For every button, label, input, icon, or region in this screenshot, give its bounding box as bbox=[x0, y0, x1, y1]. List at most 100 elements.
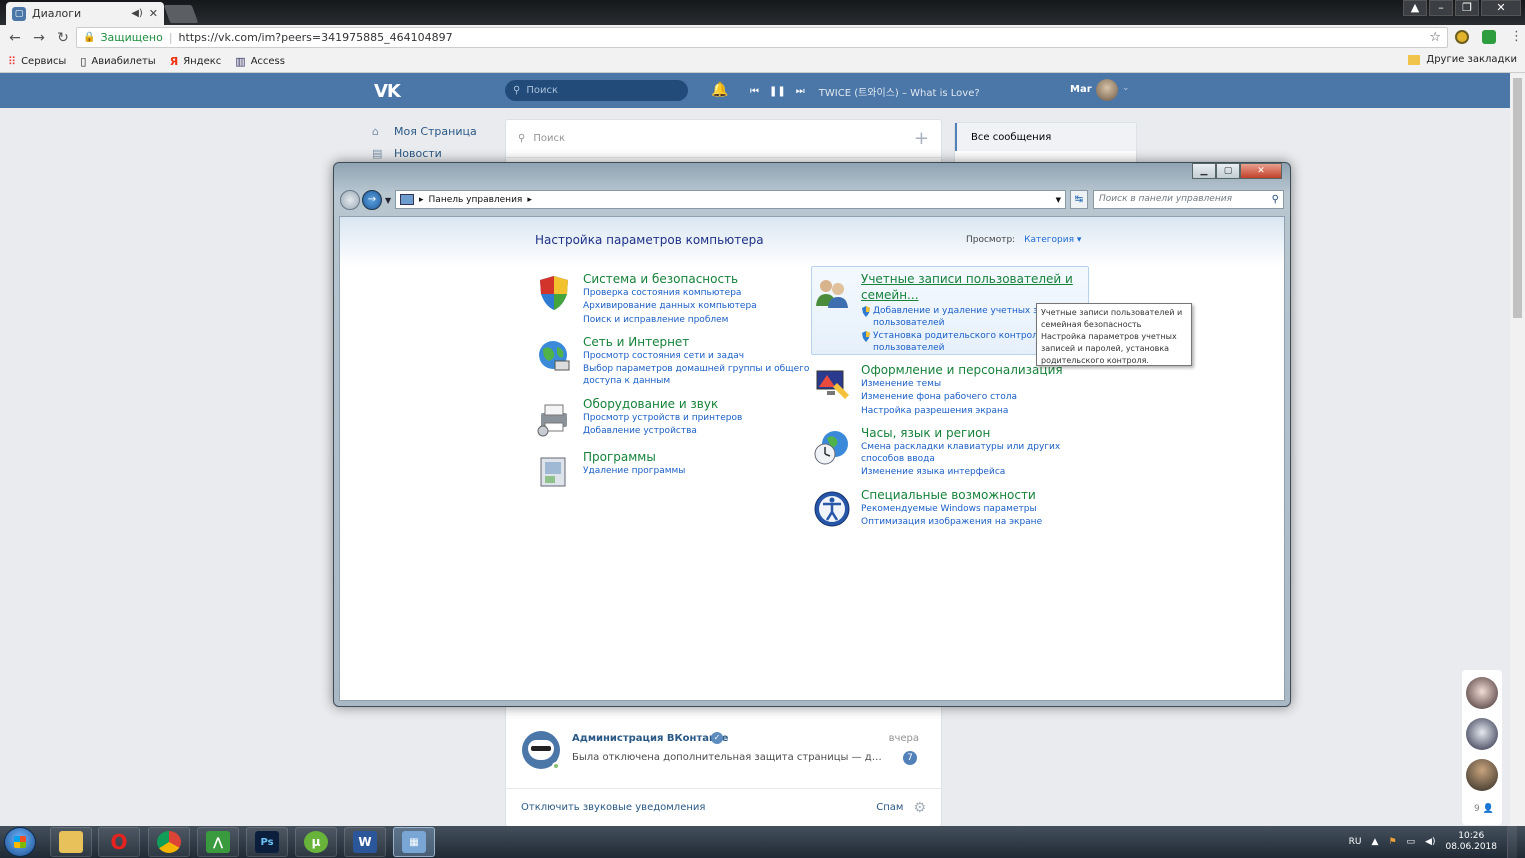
vk-search-input[interactable]: ⚲ Поиск bbox=[505, 80, 688, 101]
avatar[interactable] bbox=[1466, 677, 1498, 709]
taskbar-opera[interactable]: O bbox=[98, 827, 140, 857]
category-title[interactable]: Программы bbox=[583, 450, 656, 464]
link[interactable]: Просмотр устройств и принтеров bbox=[583, 412, 742, 424]
now-playing[interactable]: TWICE (트와이스) – What is Love? bbox=[819, 84, 980, 99]
other-bookmarks[interactable]: Другие закладки bbox=[1408, 54, 1517, 65]
taskbar-control-panel[interactable]: ▦ bbox=[393, 827, 435, 857]
link[interactable]: пользователей bbox=[873, 342, 944, 354]
link[interactable]: доступа к данным bbox=[583, 375, 670, 387]
speaker-icon[interactable]: ◀) bbox=[131, 8, 143, 19]
reload-icon[interactable]: ↻ bbox=[54, 30, 72, 46]
close-button[interactable]: ✕ bbox=[1481, 0, 1521, 16]
refresh-button[interactable]: ↹ bbox=[1070, 190, 1088, 209]
bookmark-access[interactable]: ▥ Access bbox=[235, 55, 285, 68]
link[interactable]: Выбор параметров домашней группы и общег… bbox=[583, 363, 809, 375]
new-tab-button[interactable] bbox=[163, 5, 199, 23]
link[interactable]: Архивирование данных компьютера bbox=[583, 300, 757, 312]
show-desktop-button[interactable] bbox=[1507, 826, 1517, 858]
maximize-button[interactable]: ▢ bbox=[1216, 163, 1240, 179]
address-breadcrumb[interactable]: ▸ Панель управления ▸ ▼ bbox=[395, 190, 1066, 209]
category-title-cont[interactable]: семейн... bbox=[861, 288, 919, 302]
volume-icon[interactable]: ◀) bbox=[1425, 837, 1435, 847]
link[interactable]: Изменение фона рабочего стола bbox=[861, 391, 1017, 403]
extension-icon-2[interactable] bbox=[1482, 30, 1496, 44]
link[interactable]: Рекомендуемые Windows параметры bbox=[861, 503, 1037, 515]
maximize-button[interactable]: ❐ bbox=[1455, 0, 1479, 16]
notifications-bell-icon[interactable]: 🔔 bbox=[711, 82, 728, 98]
link[interactable]: способов ввода bbox=[861, 453, 935, 465]
category-title[interactable]: Сеть и Интернет bbox=[583, 335, 689, 349]
taskbar-app[interactable]: ⋀ bbox=[197, 827, 239, 857]
page-scrollbar[interactable] bbox=[1510, 73, 1525, 826]
link[interactable]: Изменение темы bbox=[861, 378, 941, 390]
vk-user-name[interactable]: Mar bbox=[1070, 84, 1092, 95]
link[interactable]: Настройка разрешения экрана bbox=[861, 405, 1008, 417]
category-title[interactable]: Оформление и персонализация bbox=[861, 363, 1063, 377]
search-icon[interactable]: ⚲ bbox=[1272, 191, 1279, 208]
url-text[interactable]: https://vk.com/im?peers=341975885_464104… bbox=[179, 31, 453, 44]
dialogs-search-input[interactable]: ⚲ Поиск + bbox=[506, 120, 941, 158]
clock[interactable]: 10:26 08.06.2018 bbox=[1445, 831, 1497, 853]
language-indicator[interactable]: RU bbox=[1349, 837, 1362, 847]
taskbar-explorer[interactable] bbox=[50, 827, 92, 857]
link[interactable]: Добавление устройства bbox=[583, 425, 697, 437]
category-title[interactable]: Специальные возможности bbox=[861, 488, 1036, 502]
taskbar-word[interactable]: W bbox=[344, 827, 386, 857]
back-button[interactable] bbox=[340, 190, 360, 210]
view-by-dropdown[interactable]: Категория ▾ bbox=[1024, 235, 1081, 245]
link[interactable]: Просмотр состояния сети и задач bbox=[583, 350, 744, 362]
next-track-icon[interactable]: ⏭ bbox=[796, 86, 805, 97]
forward-button[interactable]: → bbox=[362, 190, 382, 210]
control-panel-search-input[interactable]: Поиск в панели управления ⚲ bbox=[1093, 190, 1284, 209]
menu-item-news[interactable]: ▤ Новости bbox=[372, 142, 477, 164]
scrollbar-thumb[interactable] bbox=[1513, 78, 1522, 318]
avatar[interactable] bbox=[1466, 718, 1498, 750]
link[interactable]: Оптимизация изображения на экране bbox=[861, 516, 1042, 528]
friends-count[interactable]: 9 👤 bbox=[1474, 804, 1494, 814]
network-icon[interactable]: ▭ bbox=[1407, 837, 1416, 847]
pause-icon[interactable]: ❚❚ bbox=[769, 86, 786, 97]
taskbar-chrome[interactable] bbox=[148, 827, 190, 857]
link[interactable]: Удаление программы bbox=[583, 465, 685, 477]
category-title[interactable]: Учетные записи пользователей и bbox=[861, 272, 1073, 286]
prev-track-icon[interactable]: ⏮ bbox=[750, 86, 759, 97]
link[interactable]: Смена раскладки клавиатуры или других bbox=[861, 441, 1060, 453]
minimize-button[interactable]: – bbox=[1429, 0, 1453, 16]
link[interactable]: Проверка состояния компьютера bbox=[583, 287, 741, 299]
menu-item-my-page[interactable]: ⌂ Моя Страница bbox=[372, 120, 477, 142]
chevron-right-icon[interactable]: ▸ bbox=[527, 195, 532, 205]
link[interactable]: Установка родительского контроля bbox=[873, 330, 1043, 342]
category-title[interactable]: Система и безопасность bbox=[583, 272, 738, 286]
bookmark-star-icon[interactable]: ☆ bbox=[1429, 30, 1441, 45]
link[interactable]: пользователей bbox=[873, 317, 944, 329]
close-button[interactable]: ✕ bbox=[1240, 163, 1282, 179]
bookmark-yandex[interactable]: Я Яндекс bbox=[170, 55, 222, 68]
avatar[interactable] bbox=[1466, 759, 1498, 791]
bookmark-apps[interactable]: ⠿ Сервисы bbox=[8, 55, 66, 68]
all-messages-tab[interactable]: Все сообщения bbox=[955, 123, 1136, 151]
back-icon[interactable]: ← bbox=[6, 30, 24, 46]
user-icon[interactable]: ▲ bbox=[1403, 0, 1427, 16]
avatar[interactable] bbox=[1096, 79, 1118, 101]
tab-dialogs[interactable]: ▢ Диалоги ◀) ✕ bbox=[6, 2, 164, 25]
spam-link[interactable]: Спам bbox=[876, 802, 903, 813]
minimize-button[interactable]: ▁ bbox=[1192, 163, 1216, 179]
start-button[interactable] bbox=[4, 827, 36, 857]
chrome-menu-icon[interactable]: ⋮ bbox=[1510, 29, 1523, 44]
tray-expand-icon[interactable]: ▲ bbox=[1372, 837, 1379, 847]
dialog-row[interactable]: Администрация ВКонтакте ✓ вчера Была отк… bbox=[506, 720, 941, 780]
link[interactable]: Добавление и удаление учетных зап bbox=[873, 305, 1049, 317]
bookmark-avia[interactable]: ▯ Авиабилеты bbox=[80, 55, 155, 68]
vk-logo-icon[interactable]: VK bbox=[374, 81, 401, 102]
breadcrumb-item[interactable]: Панель управления bbox=[429, 195, 523, 205]
category-title[interactable]: Часы, язык и регион bbox=[861, 426, 990, 440]
extension-icon[interactable] bbox=[1455, 30, 1469, 44]
forward-icon[interactable]: → bbox=[30, 30, 48, 46]
tab-close-icon[interactable]: ✕ bbox=[149, 7, 158, 20]
history-dropdown-icon[interactable]: ▼ bbox=[385, 196, 391, 205]
link[interactable]: Изменение языка интерфейса bbox=[861, 466, 1005, 478]
chevron-down-icon[interactable]: ⌄ bbox=[1122, 83, 1130, 93]
taskbar-utorrent[interactable]: µ bbox=[295, 827, 337, 857]
gear-icon[interactable]: ⚙ bbox=[913, 800, 926, 816]
category-title[interactable]: Оборудование и звук bbox=[583, 397, 718, 411]
